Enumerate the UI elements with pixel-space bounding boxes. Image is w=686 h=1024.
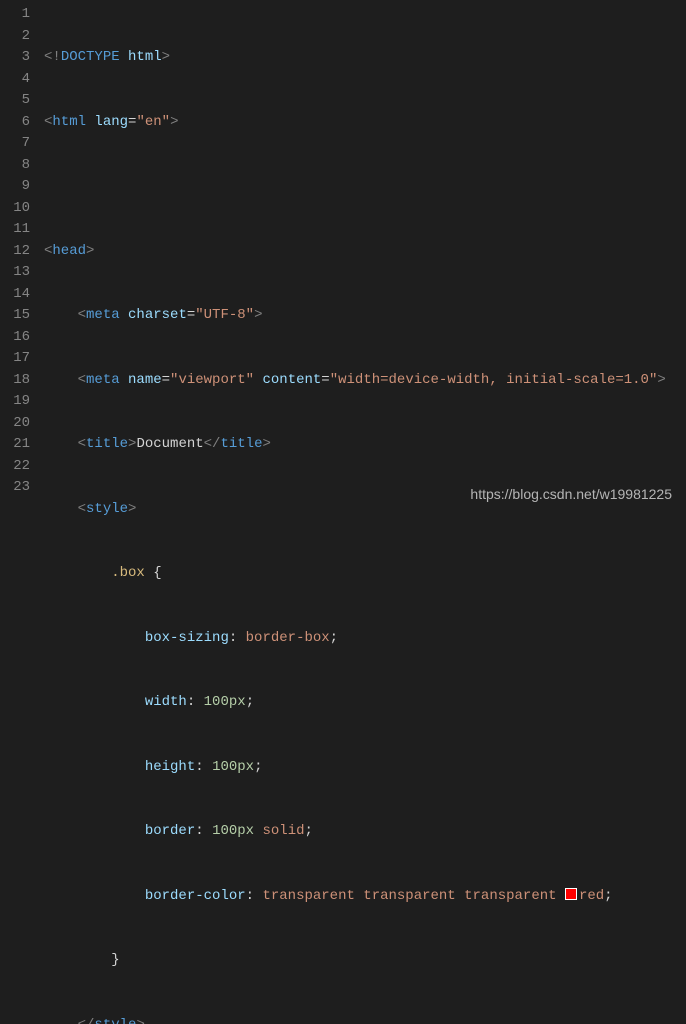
code-line: <meta name="viewport" content="width=dev…: [44, 370, 686, 392]
line-number: 9: [0, 176, 30, 198]
code-line: }: [44, 950, 686, 972]
line-number: 16: [0, 327, 30, 349]
line-number: 2: [0, 26, 30, 48]
line-number: 20: [0, 413, 30, 435]
code-line: [44, 176, 686, 198]
code-line: </style>: [44, 1015, 686, 1024]
line-number: 19: [0, 391, 30, 413]
line-number: 13: [0, 262, 30, 284]
line-number: 18: [0, 370, 30, 392]
line-number: 14: [0, 284, 30, 306]
line-number: 6: [0, 112, 30, 134]
code-line: <title>Document</title>: [44, 434, 686, 456]
line-number: 11: [0, 219, 30, 241]
line-number-gutter: 1234567891011121314151617181920212223: [0, 0, 44, 512]
watermark-text: https://blog.csdn.net/w19981225: [470, 486, 672, 502]
code-line: height: 100px;: [44, 757, 686, 779]
line-number: 15: [0, 305, 30, 327]
line-number: 7: [0, 133, 30, 155]
code-line: border: 100px solid;: [44, 821, 686, 843]
line-number: 21: [0, 434, 30, 456]
code-line: width: 100px;: [44, 692, 686, 714]
line-number: 4: [0, 69, 30, 91]
code-area[interactable]: <!DOCTYPE html> <html lang="en"> <head> …: [44, 0, 686, 512]
line-number: 5: [0, 90, 30, 112]
line-number: 3: [0, 47, 30, 69]
code-line: border-color: transparent transparent tr…: [44, 886, 686, 908]
code-line: <html lang="en">: [44, 112, 686, 134]
line-number: 8: [0, 155, 30, 177]
line-number: 23: [0, 477, 30, 499]
code-line: box-sizing: border-box;: [44, 628, 686, 650]
code-line: .box {: [44, 563, 686, 585]
color-swatch-icon: [565, 888, 577, 900]
code-editor: 1234567891011121314151617181920212223 <!…: [0, 0, 686, 512]
line-number: 1: [0, 4, 30, 26]
line-number: 22: [0, 456, 30, 478]
line-number: 10: [0, 198, 30, 220]
code-line: <head>: [44, 241, 686, 263]
code-line: <meta charset="UTF-8">: [44, 305, 686, 327]
code-line: <!DOCTYPE html>: [44, 47, 686, 69]
line-number: 17: [0, 348, 30, 370]
line-number: 12: [0, 241, 30, 263]
